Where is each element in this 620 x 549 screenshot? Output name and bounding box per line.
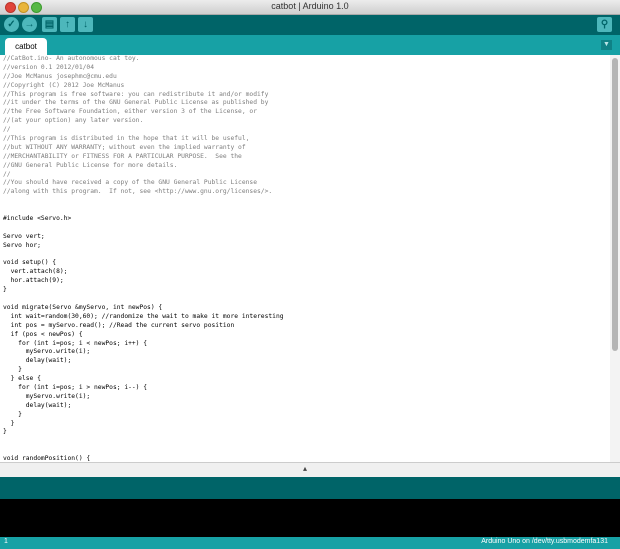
code-line: for (int i=pos; i < newPos; i++) { bbox=[3, 339, 148, 347]
code-line: //This program is distributed in the hop… bbox=[3, 135, 250, 143]
editor-vertical-scrollbar[interactable] bbox=[610, 55, 620, 462]
arrow-down-icon: ↓ bbox=[83, 19, 88, 30]
save-button[interactable]: ↓ bbox=[78, 17, 93, 32]
console-output bbox=[0, 499, 620, 537]
code-line: hor.attach(9); bbox=[3, 277, 64, 285]
code-line: } bbox=[3, 410, 22, 418]
code-line: void migrate(Servo &myServo, int newPos)… bbox=[3, 303, 163, 311]
arrow-up-icon: ↑ bbox=[65, 19, 70, 30]
code-line: Servo vert; bbox=[3, 232, 45, 240]
code-line: //MERCHANTABILITY or FITNESS FOR A PARTI… bbox=[3, 152, 242, 160]
chevron-down-icon: ▼ bbox=[603, 41, 610, 48]
code-line: //CatBot.ino- An autonomous cat toy. bbox=[3, 55, 140, 62]
code-line: int pos = myServo.read(); //Read the cur… bbox=[3, 321, 235, 329]
code-line: //Joe McManus josephmc@cmu.edu bbox=[3, 72, 117, 80]
code-line: delay(wait); bbox=[3, 357, 72, 365]
code-line: //This program is free software: you can… bbox=[3, 90, 269, 98]
line-number: 1 bbox=[4, 538, 8, 545]
code-line: delay(wait); bbox=[3, 401, 72, 409]
tab-bar: catbot ▼ bbox=[0, 35, 620, 55]
collapse-arrow-icon[interactable]: ▴ bbox=[303, 464, 307, 473]
code-line: //along with this program. If not, see <… bbox=[3, 188, 273, 196]
code-line: #include <Servo.h> bbox=[3, 215, 72, 223]
tab-catbot[interactable]: catbot bbox=[5, 38, 47, 55]
code-line: //Copyright (C) 2012 Joe McManus bbox=[3, 81, 125, 89]
code-line: //(at your option) any later version. bbox=[3, 117, 144, 125]
checkmark-icon: ✓ bbox=[7, 19, 16, 30]
code-line: myServo.write(i); bbox=[3, 392, 91, 400]
scrollbar-thumb[interactable] bbox=[612, 58, 618, 351]
code-line: void setup() { bbox=[3, 259, 57, 267]
code-line: // bbox=[3, 126, 11, 134]
code-line: myServo.write(i); bbox=[3, 348, 91, 356]
upload-button[interactable]: → bbox=[22, 17, 37, 32]
magnifier-icon: ⚲ bbox=[600, 19, 609, 30]
window-title: catbot | Arduino 1.0 bbox=[271, 1, 349, 11]
code-line: //but WITHOUT ANY WARRANTY; without even… bbox=[3, 143, 246, 151]
new-button[interactable]: ▤ bbox=[42, 17, 57, 32]
window-titlebar: catbot | Arduino 1.0 bbox=[0, 0, 620, 15]
code-line: int wait=random(30,60); //randomize the … bbox=[3, 312, 284, 320]
editor-console-divider[interactable]: ▴ bbox=[0, 462, 620, 477]
tab-menu-button[interactable]: ▼ bbox=[601, 40, 612, 50]
code-line: } bbox=[3, 286, 7, 294]
arrow-right-icon: → bbox=[24, 19, 35, 30]
code-line: for (int i=pos; i > newPos; i--) { bbox=[3, 383, 148, 391]
open-button[interactable]: ↑ bbox=[60, 17, 75, 32]
code-line: vert.attach(8); bbox=[3, 268, 68, 276]
toolbar: ✓ → ▤ ↑ ↓ ⚲ bbox=[0, 15, 620, 35]
code-line: //version 0.1 2012/01/04 bbox=[3, 63, 94, 71]
code-line: } else { bbox=[3, 375, 41, 383]
code-text[interactable]: //CatBot.ino- An autonomous cat toy.//ve… bbox=[3, 55, 284, 462]
code-line: if (pos < newPos) { bbox=[3, 330, 83, 338]
code-line: //it under the terms of the GNU General … bbox=[3, 99, 269, 107]
code-line: // bbox=[3, 170, 11, 178]
code-line: } bbox=[3, 366, 22, 374]
code-line: void randomPosition() { bbox=[3, 455, 91, 462]
verify-button[interactable]: ✓ bbox=[4, 17, 19, 32]
new-document-icon: ▤ bbox=[44, 19, 55, 30]
code-line: //GNU General Public License for more de… bbox=[3, 161, 178, 169]
board-port-label: Arduino Uno on /dev/tty.usbmodemfa131 bbox=[481, 538, 608, 545]
code-line: } bbox=[3, 419, 15, 427]
code-line: //the Free Software Foundation, either v… bbox=[3, 108, 258, 116]
footer-bar: 1 Arduino Uno on /dev/tty.usbmodemfa131 bbox=[0, 537, 620, 549]
code-editor[interactable]: //CatBot.ino- An autonomous cat toy.//ve… bbox=[0, 55, 610, 462]
code-line: //You should have received a copy of the… bbox=[3, 179, 258, 187]
status-bar bbox=[0, 477, 620, 499]
serial-monitor-button[interactable]: ⚲ bbox=[597, 17, 612, 32]
code-line: Servo hor; bbox=[3, 241, 41, 249]
code-line: } bbox=[3, 428, 7, 436]
